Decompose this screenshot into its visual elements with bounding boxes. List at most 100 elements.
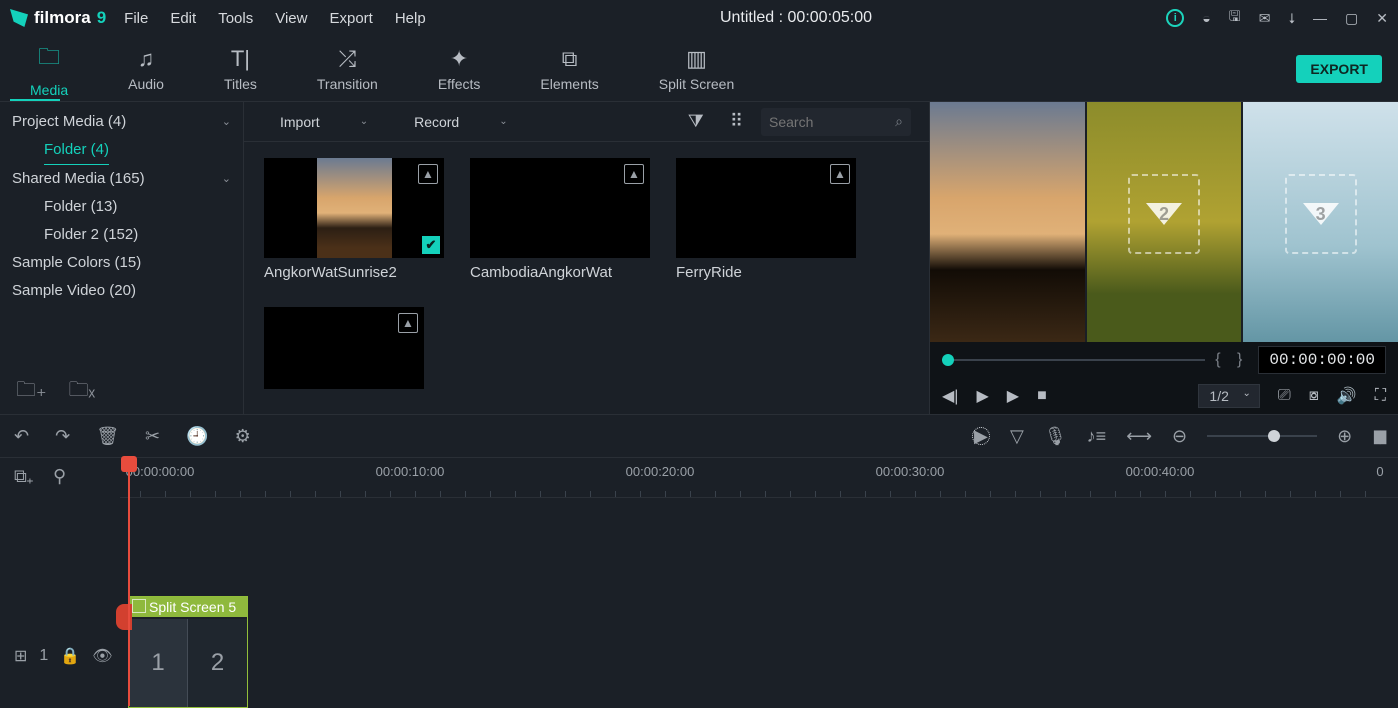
chevron-down-icon: ⌄ [222, 165, 231, 193]
preview-pane-2[interactable]: 2 [1087, 102, 1244, 342]
add-track-icon[interactable]: ⧉₊ [14, 466, 33, 487]
export-button[interactable]: EXPORT [1296, 55, 1382, 83]
play-icon[interactable]: ▶ [976, 386, 988, 406]
search-icon[interactable]: ⌕ [895, 113, 903, 130]
filter-icon[interactable]: ⧩ [680, 111, 712, 132]
library-toolbar: Import⌄ Record⌄ ⧩ ⠿ ⌕ [244, 102, 929, 142]
track-type-icon: ⊞ [14, 646, 27, 666]
media-item[interactable]: ▲ FerryRide [676, 158, 856, 281]
time-ruler[interactable]: 00:00:00:00 00:00:10:00 00:00:20:00 00:0… [120, 458, 1398, 498]
search-input[interactable]: ⌕ [761, 108, 911, 136]
volume-icon[interactable]: 🔊 [1337, 386, 1357, 406]
audio-mixer-icon[interactable]: ♪≡ [1087, 426, 1107, 447]
checkmark-icon: ✔ [422, 236, 440, 254]
record-dropdown[interactable]: Record⌄ [396, 114, 526, 130]
menu-file[interactable]: File [124, 10, 148, 27]
visibility-icon[interactable]: 👁 [92, 646, 112, 666]
scrub-track[interactable] [942, 359, 1205, 361]
tab-splitscreen[interactable]: ▥Split Screen [629, 46, 764, 92]
fullscreen-icon[interactable]: ⛶ [1375, 387, 1386, 405]
tree-sample-video[interactable]: Sample Video (20) [12, 277, 231, 305]
media-tree: Project Media (4)⌄ Folder (4) Shared Med… [0, 102, 243, 370]
delete-icon[interactable]: 🗑 [96, 426, 119, 447]
remove-folder-icon[interactable]: 🗀ₓ [69, 375, 96, 409]
menu-view[interactable]: View [275, 10, 307, 27]
import-dropdown[interactable]: Import⌄ [262, 114, 386, 130]
media-item[interactable]: ▲✔ AngkorWatSunrise2 [264, 158, 444, 281]
account-icon[interactable]: ◒ [1202, 10, 1210, 26]
save-icon[interactable]: 🖫 [1229, 6, 1241, 30]
tree-folder-1[interactable]: Folder (13) [12, 193, 231, 221]
menu-export[interactable]: Export [329, 10, 372, 27]
preview-pane-3[interactable]: 3 [1243, 102, 1398, 342]
media-tree-sidebar: Project Media (4)⌄ Folder (4) Shared Med… [0, 102, 244, 414]
chevron-down-icon: ⌄ [222, 108, 231, 136]
tab-audio[interactable]: ♫Audio [98, 46, 194, 92]
render-preview-icon[interactable]: ▶ [972, 427, 990, 445]
clip-segment-1[interactable]: 1 [129, 619, 188, 707]
tab-elements[interactable]: ⧉Elements [510, 46, 628, 92]
tree-shared-media[interactable]: Shared Media (165)⌄ [12, 165, 231, 193]
grid-view-icon[interactable]: ⠿ [722, 111, 751, 132]
mail-icon[interactable]: ✉ [1259, 10, 1271, 27]
play-all-icon[interactable]: ▶ [1007, 386, 1019, 406]
voiceover-icon[interactable]: 🎙 [1044, 426, 1067, 447]
magnet-icon[interactable]: ⚲ [53, 466, 66, 487]
track-area[interactable]: Split Screen 5 1 2 [120, 498, 1398, 706]
chevron-down-icon: ⌄ [1242, 388, 1250, 399]
tree-sample-colors[interactable]: Sample Colors (15) [12, 249, 231, 277]
timeline-clip[interactable]: Split Screen 5 1 2 [128, 596, 248, 708]
minimize-icon[interactable]: — [1313, 10, 1327, 26]
fit-icon[interactable]: ⟷ [1126, 426, 1152, 447]
tree-folder-selected[interactable]: Folder (4) [12, 136, 231, 165]
redo-icon[interactable]: ↷ [55, 426, 70, 447]
tree-project-media[interactable]: Project Media (4)⌄ [12, 108, 231, 136]
settings-sliders-icon[interactable]: ⚙ [235, 426, 251, 447]
tree-folder-2[interactable]: Folder 2 (152) [12, 221, 231, 249]
cut-icon[interactable]: ✂ [145, 426, 160, 447]
preview-canvas[interactable]: 2 3 [930, 102, 1398, 342]
stop-icon[interactable]: ■ [1037, 387, 1047, 405]
menu-tools[interactable]: Tools [218, 10, 253, 27]
add-folder-icon[interactable]: 🗀₊ [16, 375, 47, 409]
menu-edit[interactable]: Edit [170, 10, 196, 27]
zoom-slider[interactable] [1207, 435, 1317, 437]
playhead[interactable] [128, 458, 130, 706]
tab-effects[interactable]: ✦Effects [408, 46, 511, 92]
zoom-in-icon[interactable]: ⊕ [1337, 426, 1352, 447]
scrub-knob[interactable] [942, 354, 954, 366]
info-icon[interactable]: i [1166, 9, 1184, 27]
text-icon: T| [231, 46, 250, 72]
media-item[interactable]: ▲ [264, 307, 444, 389]
duration-icon[interactable]: 🕘 [186, 426, 208, 447]
tab-titles[interactable]: T|Titles [194, 46, 287, 92]
preview-pane-1[interactable] [930, 102, 1087, 342]
image-type-icon: ▲ [398, 313, 418, 333]
lock-icon[interactable]: 🔒 [60, 646, 80, 666]
search-field[interactable] [769, 114, 895, 130]
download-icon[interactable]: ⭣ [1288, 10, 1295, 27]
zoom-knob[interactable] [1268, 430, 1280, 442]
mark-in-out-icon[interactable]: { } [1215, 351, 1248, 369]
tab-transition[interactable]: ⤮Transition [287, 46, 408, 92]
thumbnail: ▲ [676, 158, 856, 258]
step-back-icon[interactable]: ◀| [942, 386, 958, 406]
timeline-view-icon[interactable]: ▮▮ [1372, 426, 1384, 447]
menu-help[interactable]: Help [395, 10, 426, 27]
marker-icon[interactable]: ▽ [1010, 426, 1024, 447]
zoom-out-icon[interactable]: ⊖ [1172, 426, 1187, 447]
clip-segment-2[interactable]: 2 [188, 619, 247, 707]
display-settings-icon[interactable]: ⎚ [1278, 387, 1291, 405]
drop-slot-icon: 2 [1128, 174, 1200, 254]
maximize-icon[interactable]: ▢ [1345, 10, 1358, 27]
zoom-ratio-select[interactable]: 1/2⌄ [1198, 384, 1259, 408]
close-icon[interactable]: ✕ [1376, 10, 1388, 27]
main-menu: File Edit Tools View Export Help [124, 10, 426, 27]
music-icon: ♫ [138, 46, 155, 72]
tab-media[interactable]: 🗀Media [0, 40, 98, 98]
preview-timecode: 00:00:00:00 [1258, 346, 1386, 374]
snapshot-icon[interactable]: ⧇ [1309, 387, 1319, 405]
undo-icon[interactable]: ↶ [14, 426, 29, 447]
media-item[interactable]: ▲ CambodiaAngkorWat [470, 158, 650, 281]
clip-header: Split Screen 5 [129, 597, 247, 617]
